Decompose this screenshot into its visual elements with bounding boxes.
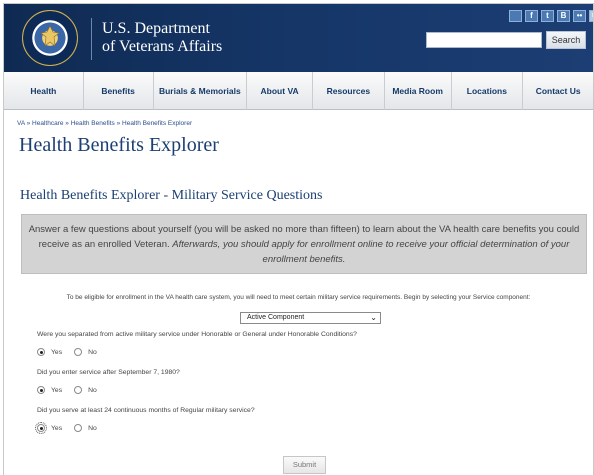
question-3-text: Did you serve at least 24 continuous mon…: [37, 407, 255, 414]
question-2-yes-radio[interactable]: [37, 386, 45, 394]
blog-icon[interactable]: B: [557, 10, 570, 22]
flickr-icon[interactable]: ••: [573, 10, 586, 22]
question-3-yes-label[interactable]: Yes: [51, 425, 62, 432]
question-2-options: Yes No: [37, 386, 109, 394]
nav-locations[interactable]: Locations: [452, 72, 524, 110]
question-2-no-label[interactable]: No: [88, 387, 97, 394]
twitter-icon[interactable]: t: [541, 10, 554, 22]
share-icon[interactable]: [509, 10, 522, 22]
browser-page: U.S. Department of Veterans Affairs f t …: [3, 3, 594, 475]
breadcrumb[interactable]: VA » Healthcare » Health Benefits » Heal…: [17, 120, 192, 127]
question-2-no-radio[interactable]: [74, 386, 83, 394]
question-2-text: Did you enter service after September 7,…: [37, 369, 180, 376]
nav-media-room[interactable]: Media Room: [385, 72, 452, 110]
nav-about-va[interactable]: About VA: [247, 72, 313, 110]
social-icons: f t B •• ✉: [509, 10, 593, 22]
submit-button[interactable]: Submit: [283, 456, 326, 474]
site-header: U.S. Department of Veterans Affairs f t …: [4, 4, 593, 72]
question-3-no-radio[interactable]: [74, 424, 83, 432]
header-divider: [91, 18, 92, 60]
main-nav: Health Benefits Burials & Memorials Abou…: [4, 72, 593, 110]
question-1-no-radio[interactable]: [74, 348, 83, 356]
chevron-down-icon: ⌄: [370, 313, 377, 322]
search-button[interactable]: Search: [546, 31, 586, 49]
question-3-yes-radio[interactable]: [35, 422, 47, 434]
nav-health[interactable]: Health: [4, 72, 84, 110]
question-1-text: Were you separated from active military …: [37, 331, 357, 338]
question-1-yes-radio[interactable]: [37, 348, 45, 356]
nav-benefits[interactable]: Benefits: [84, 72, 154, 110]
question-1-options: Yes No: [37, 348, 109, 356]
intro-italic-text: Afterwards, you should apply for enrollm…: [172, 239, 570, 265]
eligibility-text: To be eligible for enrollment in the VA …: [66, 294, 531, 301]
agency-line2: of Veterans Affairs: [102, 38, 223, 55]
intro-box: Answer a few questions about yourself (y…: [21, 214, 587, 274]
section-title: Health Benefits Explorer - Military Serv…: [20, 188, 323, 203]
service-component-value: Active Component: [247, 314, 305, 321]
nav-burials-memorials[interactable]: Burials & Memorials: [154, 72, 248, 110]
question-1-yes-label[interactable]: Yes: [51, 349, 62, 356]
agency-line1: U.S. Department: [102, 20, 210, 37]
nav-contact-us[interactable]: Contact Us: [523, 72, 593, 110]
search-input[interactable]: [426, 32, 542, 48]
question-2-yes-label[interactable]: Yes: [51, 387, 62, 394]
facebook-icon[interactable]: f: [525, 10, 538, 22]
nav-resources[interactable]: Resources: [313, 72, 385, 110]
agency-name[interactable]: U.S. Department of Veterans Affairs: [102, 20, 222, 56]
page-title: Health Benefits Explorer: [19, 134, 219, 156]
eagle-icon: [40, 25, 60, 47]
email-icon[interactable]: ✉: [589, 10, 593, 22]
service-component-select[interactable]: Active Component ⌄: [240, 312, 381, 324]
question-3-options: Yes No: [35, 422, 109, 434]
question-3-no-label[interactable]: No: [88, 425, 97, 432]
question-1-no-label[interactable]: No: [88, 349, 97, 356]
